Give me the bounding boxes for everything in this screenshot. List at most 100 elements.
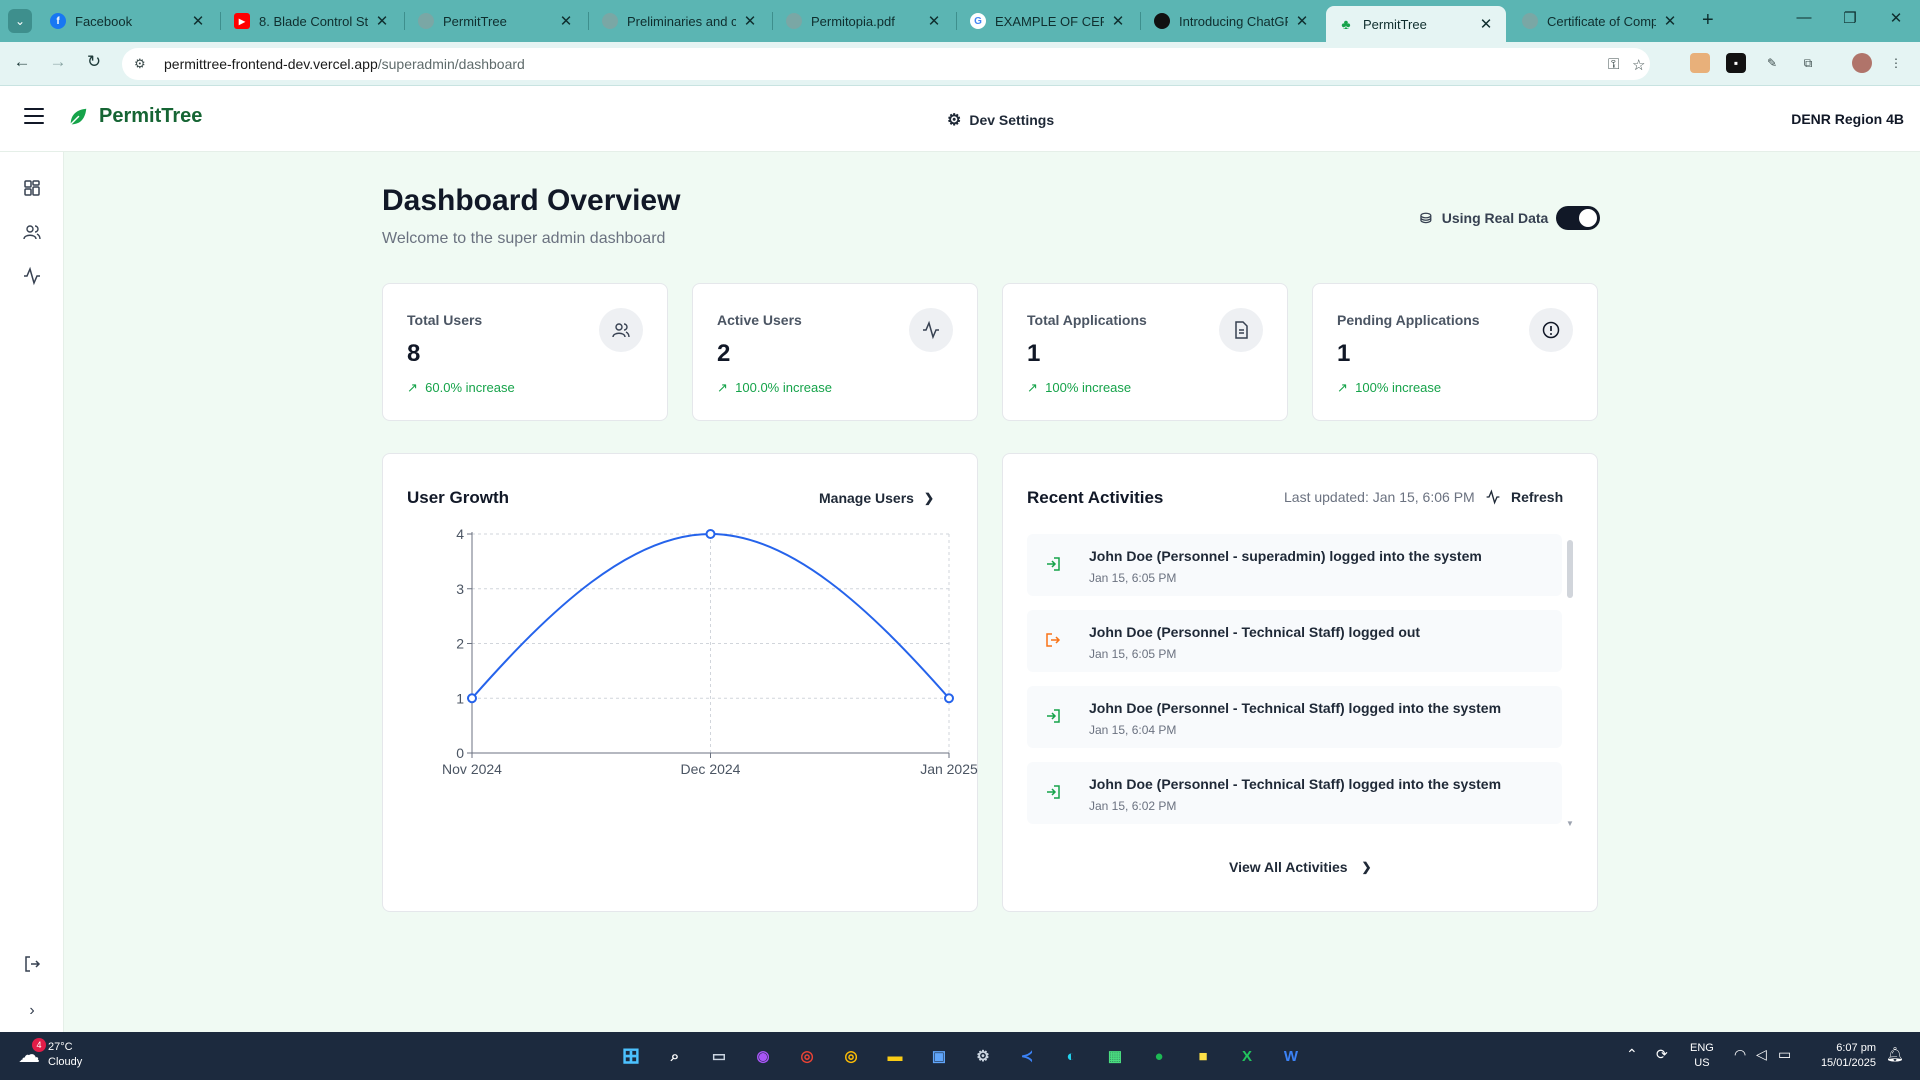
close-window-button[interactable]: ✕ (1886, 9, 1906, 27)
settings-icon[interactable]: ⚙ (968, 1041, 998, 1071)
activity-time: Jan 15, 6:04 PM (1089, 723, 1177, 737)
manage-users-link[interactable]: Manage Users ❯ (819, 490, 934, 506)
wifi-icon[interactable]: ◠ (1734, 1046, 1746, 1063)
scroll-down-icon[interactable]: ▼ (1566, 819, 1574, 828)
close-tab-icon[interactable]: ✕ (1478, 15, 1494, 33)
language-indicator[interactable]: ENG US (1690, 1041, 1714, 1071)
extensions-puzzle-icon[interactable]: ⧉ (1798, 53, 1818, 73)
activity-item[interactable]: John Doe (Personnel - superadmin) logged… (1027, 534, 1562, 596)
close-tab-icon[interactable]: ✕ (1662, 12, 1678, 30)
close-tab-icon[interactable]: ✕ (190, 12, 206, 30)
url-text[interactable]: permittree-frontend-dev.vercel.app/super… (164, 56, 525, 72)
manage-users-label: Manage Users (819, 490, 914, 506)
browser-tab[interactable]: Preliminaries and cha ✕ (590, 6, 770, 36)
real-data-toggle[interactable] (1556, 206, 1601, 230)
store-icon[interactable]: ▣ (924, 1041, 954, 1071)
chrome-profile-icon[interactable]: ◎ (836, 1041, 866, 1071)
close-tab-icon[interactable]: ✕ (1110, 12, 1126, 30)
brand-logo[interactable]: PermitTree (67, 105, 202, 128)
messenger-icon[interactable]: ◉ (748, 1041, 778, 1071)
login-icon (1047, 557, 1060, 571)
clock[interactable]: 6:07 pm 15/01/2025 (1806, 1041, 1876, 1071)
y-tick-label: 3 (456, 581, 464, 597)
battery-icon[interactable]: ▭ (1778, 1046, 1791, 1063)
edge-icon[interactable]: ◐ (1056, 1041, 1086, 1071)
notification-bell-icon[interactable]: 🔔︎ (1886, 1046, 1904, 1063)
browser-tab[interactable]: Introducing ChatGPT ✕ (1142, 6, 1322, 36)
close-tab-icon[interactable]: ✕ (558, 12, 574, 30)
refresh-button[interactable]: Refresh (1485, 489, 1563, 505)
vscode-icon[interactable]: ≺ (1012, 1041, 1042, 1071)
browser-tab[interactable]: ♣ PermitTree ✕ (1326, 6, 1506, 42)
menu-icon[interactable] (24, 108, 44, 126)
users-icon[interactable] (22, 222, 42, 242)
chrome-icon[interactable]: ◎ (792, 1041, 822, 1071)
dashboard-icon[interactable] (22, 178, 42, 198)
activity-list[interactable]: John Doe (Personnel - superadmin) logged… (1027, 534, 1562, 826)
user-growth-panel: User Growth Manage Users ❯ 0 1 2 3 4 Nov 2024… (382, 453, 978, 912)
password-key-icon[interactable]: ⚿ (1608, 56, 1619, 73)
minimize-button[interactable]: — (1794, 9, 1814, 26)
lang-primary: ENG (1690, 1042, 1714, 1054)
browser-tab[interactable]: Permitopia.pdf ✕ (774, 6, 954, 36)
reload-button[interactable]: ↻ (82, 52, 106, 72)
tab-title: Introducing ChatGPT (1179, 13, 1288, 29)
activity-icon[interactable] (22, 266, 42, 286)
activity-item[interactable]: John Doe (Personnel - Technical Staff) l… (1027, 762, 1562, 824)
google-icon: G (970, 13, 986, 29)
weather-widget[interactable]: ☁ 4 27°C Cloudy (18, 1038, 82, 1070)
close-tab-icon[interactable]: ✕ (742, 12, 758, 30)
tab-search-button[interactable]: ⌄ (8, 9, 32, 33)
profile-avatar[interactable] (1852, 53, 1872, 73)
word-icon[interactable]: W (1276, 1041, 1306, 1071)
activity-item[interactable]: John Doe (Personnel - Technical Staff) l… (1027, 686, 1562, 748)
task-view-icon[interactable]: ▭ (704, 1041, 734, 1071)
close-tab-icon[interactable]: ✕ (926, 12, 942, 30)
browser-tab[interactable]: Certificate of Comple ✕ (1510, 6, 1690, 36)
activity-scrollbar[interactable] (1567, 540, 1573, 598)
close-tab-icon[interactable]: ✕ (374, 12, 390, 30)
logout-icon[interactable] (22, 954, 42, 974)
chevron-right-icon: ❯ (1361, 860, 1372, 874)
app-header: PermitTree ⚙ Dev Settings DENR Region 4B (0, 86, 1920, 152)
search-icon[interactable]: ⌕ (660, 1041, 690, 1071)
excel-icon[interactable]: X (1232, 1041, 1262, 1071)
stat-card-pending-applications: Pending Applications 1 ↗ 100% increase (1312, 283, 1598, 421)
extension-pen-icon[interactable]: ✎ (1762, 53, 1782, 73)
address-bar[interactable]: ⚙ permittree-frontend-dev.vercel.app/sup… (122, 48, 1650, 80)
file-explorer-icon[interactable]: ▬ (880, 1041, 910, 1071)
temperature: 27°C (48, 1041, 73, 1053)
volume-icon[interactable]: ◁ (1756, 1046, 1767, 1063)
browser-tab[interactable]: f Facebook ✕ (38, 6, 218, 36)
restore-button[interactable]: ❐ (1840, 9, 1860, 27)
app-green-icon[interactable]: ▦ (1100, 1041, 1130, 1071)
y-tick-label: 0 (456, 745, 464, 761)
sync-icon[interactable]: ⟳ (1656, 1046, 1668, 1063)
dev-settings-button[interactable]: ⚙ Dev Settings (947, 110, 1054, 130)
browser-menu-icon[interactable]: ⋮ (1886, 53, 1906, 73)
close-tab-icon[interactable]: ✕ (1294, 12, 1310, 30)
start-button[interactable]: ⊞ (616, 1041, 646, 1071)
activity-item[interactable]: John Doe (Personnel - Technical Staff) l… (1027, 610, 1562, 672)
site-info-icon[interactable]: ⚙ (134, 56, 154, 72)
browser-tab[interactable]: G EXAMPLE OF CERTIFI ✕ (958, 6, 1138, 36)
back-button[interactable]: ← (10, 52, 34, 72)
chevron-up-icon[interactable]: ⌃ (1626, 1046, 1638, 1063)
stat-change: ↗ 60.0% increase (407, 380, 515, 396)
extension-avatar-icon[interactable] (1690, 53, 1710, 73)
sidebar: › (0, 152, 64, 1032)
new-tab-button[interactable]: + (1702, 9, 1714, 32)
browser-tab[interactable]: PermitTree ✕ (406, 6, 586, 36)
windows-taskbar: ☁ 4 27°C Cloudy ⊞ ⌕ ▭ ◉ ◎ ◎ ▬ ▣ ⚙ ≺ ◐ ▦ ● … (0, 1032, 1920, 1080)
tab-separator (1140, 12, 1141, 30)
extension-dark-icon[interactable]: ▪ (1726, 53, 1746, 73)
stat-label: Active Users (717, 312, 802, 328)
bookmark-star-icon[interactable]: ☆ (1632, 56, 1645, 74)
browser-tab[interactable]: ▶ 8. Blade Control Struc ✕ (222, 6, 402, 36)
sticky-notes-icon[interactable]: ■ (1188, 1041, 1218, 1071)
chevron-right-icon[interactable]: › (22, 1002, 42, 1022)
activity-time: Jan 15, 6:02 PM (1089, 799, 1177, 813)
spotify-icon[interactable]: ● (1144, 1041, 1174, 1071)
forward-button[interactable]: → (46, 52, 70, 72)
view-all-activities-link[interactable]: View All Activities ❯ (1229, 859, 1372, 875)
